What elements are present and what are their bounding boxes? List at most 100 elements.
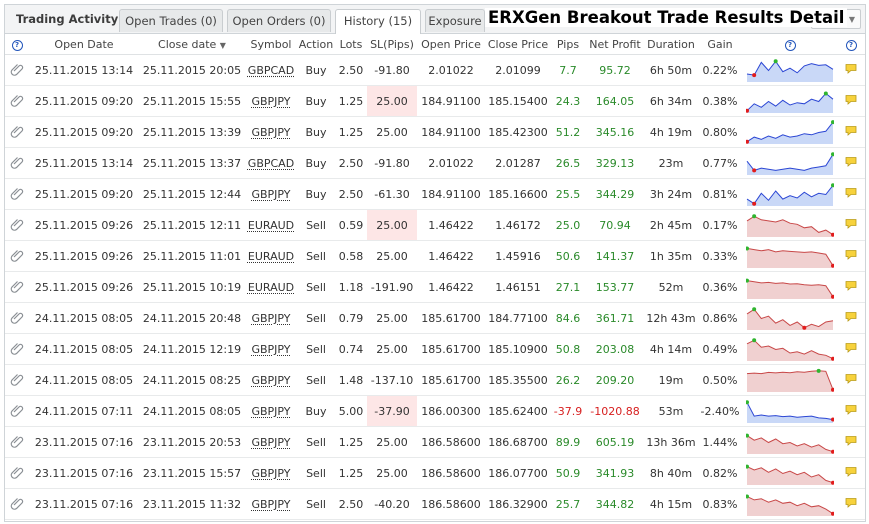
col-pips[interactable]: Pips (551, 34, 585, 55)
paperclip-icon[interactable] (5, 457, 29, 489)
comment-icon[interactable] (837, 302, 865, 334)
col-action[interactable]: Action (297, 34, 335, 55)
comment-icon[interactable] (837, 178, 865, 210)
paperclip-icon[interactable] (5, 333, 29, 365)
comment-icon[interactable] (837, 488, 865, 520)
trade-sparkline[interactable] (743, 333, 837, 365)
comment-icon[interactable] (837, 240, 865, 272)
sparkline-chart (746, 214, 834, 237)
table-row[interactable]: 24.11.2015 08:05 24.11.2015 20:48 GBPJPY Se… (5, 302, 865, 334)
trade-sparkline[interactable] (743, 271, 837, 303)
comment-icon[interactable] (837, 395, 865, 427)
trade-sparkline[interactable] (743, 54, 837, 86)
comment-icon[interactable] (837, 85, 865, 117)
paperclip-icon[interactable] (5, 116, 29, 148)
col-open-date[interactable]: Open Date (29, 34, 139, 55)
symbol-link[interactable]: EURAUD (245, 271, 297, 303)
comment-icon[interactable] (837, 333, 865, 365)
trade-sparkline[interactable] (743, 178, 837, 210)
tab-history[interactable]: History (15) (335, 9, 421, 34)
trade-sparkline[interactable] (743, 426, 837, 458)
trade-sparkline[interactable] (743, 240, 837, 272)
paperclip-icon[interactable] (5, 147, 29, 179)
col-close-price[interactable]: Close Price (485, 34, 551, 55)
symbol-link[interactable]: GBPJPY (245, 85, 297, 117)
comment-icon[interactable] (837, 147, 865, 179)
sl-cell: -40.20 (367, 488, 417, 520)
table-row[interactable]: 25.11.2015 09:26 25.11.2015 12:11 EURAUD Se… (5, 209, 865, 241)
chart-help-icon[interactable]: ? (743, 34, 837, 55)
table-row[interactable]: 23.11.2015 07:16 23.11.2015 20:53 GBPJPY Se… (5, 426, 865, 458)
trade-sparkline[interactable] (743, 209, 837, 241)
comment-icon[interactable] (837, 209, 865, 241)
symbol-link[interactable]: EURAUD (245, 209, 297, 241)
symbol-link[interactable]: GBPJPY (245, 488, 297, 520)
table-row[interactable]: 25.11.2015 09:26 25.11.2015 11:01 EURAUD Se… (5, 240, 865, 272)
trade-sparkline[interactable] (743, 116, 837, 148)
table-row[interactable]: 24.11.2015 08:05 24.11.2015 12:19 GBPJPY Se… (5, 333, 865, 365)
trade-sparkline[interactable] (743, 302, 837, 334)
symbol-link[interactable]: GBPJPY (245, 395, 297, 427)
table-row[interactable]: 25.11.2015 13:14 25.11.2015 13:37 GBPCAD Bu… (5, 147, 865, 179)
symbol-link[interactable]: EURAUD (245, 240, 297, 272)
symbol-link[interactable]: GBPJPY (245, 426, 297, 458)
col-duration[interactable]: Duration (645, 34, 697, 55)
tab-open-orders[interactable]: Open Orders (0) (227, 9, 331, 32)
close-date-cell: 25.11.2015 13:39 (139, 116, 245, 148)
paperclip-icon[interactable] (5, 240, 29, 272)
overlay-title: ERXGen Breakout Trade Results Detail (485, 8, 848, 27)
comment-help-icon[interactable]: ? (837, 34, 865, 55)
paperclip-icon[interactable] (5, 178, 29, 210)
symbol-link[interactable]: GBPJPY (245, 116, 297, 148)
table-row[interactable]: 24.11.2015 07:11 24.11.2015 08:05 GBPJPY Bu… (5, 395, 865, 427)
paperclip-icon[interactable] (5, 271, 29, 303)
table-row[interactable]: 23.11.2015 07:16 23.11.2015 11:32 GBPJPY Se… (5, 488, 865, 520)
gain-cell: 0.77% (697, 147, 743, 179)
trade-sparkline[interactable] (743, 147, 837, 179)
symbol-link[interactable]: GBPCAD (245, 54, 297, 86)
symbol-link[interactable]: GBPJPY (245, 178, 297, 210)
col-gain[interactable]: Gain (697, 34, 743, 55)
paperclip-icon[interactable] (5, 302, 29, 334)
symbol-link[interactable]: GBPCAD (245, 147, 297, 179)
comment-icon[interactable] (837, 116, 865, 148)
col-sl-pips[interactable]: SL(Pips) (367, 34, 417, 55)
table-row[interactable]: 25.11.2015 09:20 25.11.2015 13:39 GBPJPY Bu… (5, 116, 865, 148)
col-open-price[interactable]: Open Price (417, 34, 485, 55)
table-row[interactable]: 25.11.2015 09:20 25.11.2015 12:44 GBPJPY Bu… (5, 178, 865, 210)
col-net-profit[interactable]: Net Profit (585, 34, 645, 55)
table-row[interactable]: 23.11.2015 07:16 23.11.2015 15:57 GBPJPY Se… (5, 457, 865, 489)
table-row[interactable]: 25.11.2015 09:20 25.11.2015 15:55 GBPJPY Bu… (5, 85, 865, 117)
symbol-link[interactable]: GBPJPY (245, 364, 297, 396)
pips-cell: 50.8 (551, 333, 585, 365)
paperclip-icon[interactable] (5, 426, 29, 458)
help-icon[interactable]: ? (5, 34, 29, 55)
trade-sparkline[interactable] (743, 457, 837, 489)
symbol-link[interactable]: GBPJPY (245, 457, 297, 489)
col-lots[interactable]: Lots (335, 34, 367, 55)
col-symbol[interactable]: Symbol (245, 34, 297, 55)
table-row[interactable]: 25.11.2015 09:26 25.11.2015 10:19 EURAUD Se… (5, 271, 865, 303)
comment-icon[interactable] (837, 364, 865, 396)
col-close-date[interactable]: Close date ▼ (139, 34, 245, 55)
comment-icon[interactable] (837, 271, 865, 303)
symbol-link[interactable]: GBPJPY (245, 333, 297, 365)
tab-exposure[interactable]: Exposure (425, 9, 485, 32)
trade-sparkline[interactable] (743, 488, 837, 520)
paperclip-icon[interactable] (5, 54, 29, 86)
table-row[interactable]: 24.11.2015 08:05 24.11.2015 08:25 GBPJPY Se… (5, 364, 865, 396)
table-row[interactable]: 25.11.2015 13:14 25.11.2015 20:05 GBPCAD Bu… (5, 54, 865, 86)
paperclip-icon[interactable] (5, 395, 29, 427)
paperclip-icon[interactable] (5, 85, 29, 117)
symbol-link[interactable]: GBPJPY (245, 302, 297, 334)
paperclip-icon[interactable] (5, 364, 29, 396)
trade-sparkline[interactable] (743, 395, 837, 427)
trade-sparkline[interactable] (743, 364, 837, 396)
comment-icon[interactable] (837, 426, 865, 458)
trade-sparkline[interactable] (743, 85, 837, 117)
comment-icon[interactable] (837, 457, 865, 489)
tab-open-trades[interactable]: Open Trades (0) (119, 9, 223, 32)
paperclip-icon[interactable] (5, 209, 29, 241)
paperclip-icon[interactable] (5, 488, 29, 520)
comment-icon[interactable] (837, 54, 865, 86)
